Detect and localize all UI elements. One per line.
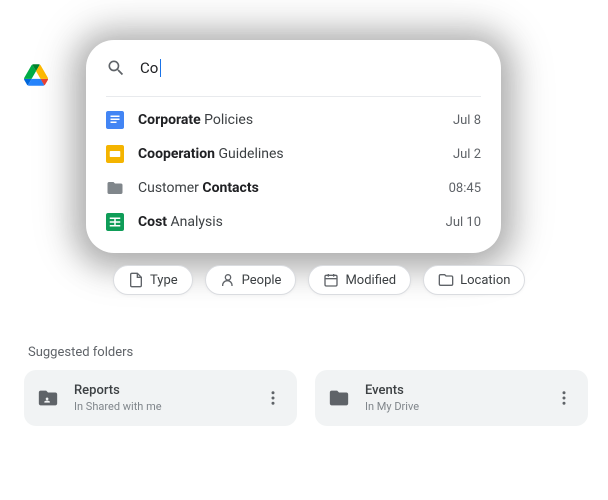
results-list: Corporate Policies Jul 8 Cooperation Gui… [86,97,501,253]
more-vert-icon [264,389,282,407]
folder-card-reports[interactable]: Reports In Shared with me [24,370,297,426]
result-name: Customer Contacts [138,180,449,196]
search-query: Co [140,59,158,77]
folder-icon [106,179,124,197]
calendar-icon [323,272,339,288]
more-options-button[interactable] [261,386,285,410]
chip-label: Modified [345,273,396,288]
chip-label: People [242,273,282,288]
location-chip[interactable]: Location [423,265,525,295]
result-item[interactable]: Cost Analysis Jul 10 [86,205,501,239]
search-icon [106,58,126,78]
slides-icon [106,145,124,163]
result-date: Jul 2 [453,147,481,162]
suggested-folders-label: Suggested folders [28,345,133,360]
result-item[interactable]: Customer Contacts 08:45 [86,171,501,205]
folder-title: Reports [74,383,261,398]
result-item[interactable]: Corporate Policies Jul 8 [86,103,501,137]
folder-outline-icon [438,272,454,288]
shared-folder-icon [37,387,59,409]
search-panel: Co Corporate Policies Jul 8 Cooperation … [86,40,501,253]
text-cursor [160,59,161,77]
result-name: Cost Analysis [138,214,446,230]
chip-label: Location [460,273,510,288]
result-date: 08:45 [449,181,481,196]
folder-card-events[interactable]: Events In My Drive [315,370,588,426]
search-row[interactable]: Co [86,40,501,96]
folder-title: Events [365,383,552,398]
file-icon [128,272,144,288]
type-chip[interactable]: Type [113,265,193,295]
drive-logo-icon [24,64,48,86]
result-date: Jul 10 [446,215,481,230]
person-icon [220,272,236,288]
filter-chips-row: Type People Modified Location [113,265,525,295]
result-name: Corporate Policies [138,112,453,128]
sheets-icon [106,213,124,231]
docs-icon [106,111,124,129]
people-chip[interactable]: People [205,265,297,295]
result-name: Cooperation Guidelines [138,146,453,162]
folder-subtitle: In My Drive [365,400,552,413]
modified-chip[interactable]: Modified [308,265,411,295]
more-vert-icon [555,389,573,407]
chip-label: Type [150,273,178,288]
folder-subtitle: In Shared with me [74,400,261,413]
folder-icon [328,387,350,409]
result-date: Jul 8 [453,113,481,128]
result-item[interactable]: Cooperation Guidelines Jul 2 [86,137,501,171]
folder-cards-row: Reports In Shared with me Events In My D… [24,370,588,426]
more-options-button[interactable] [552,386,576,410]
